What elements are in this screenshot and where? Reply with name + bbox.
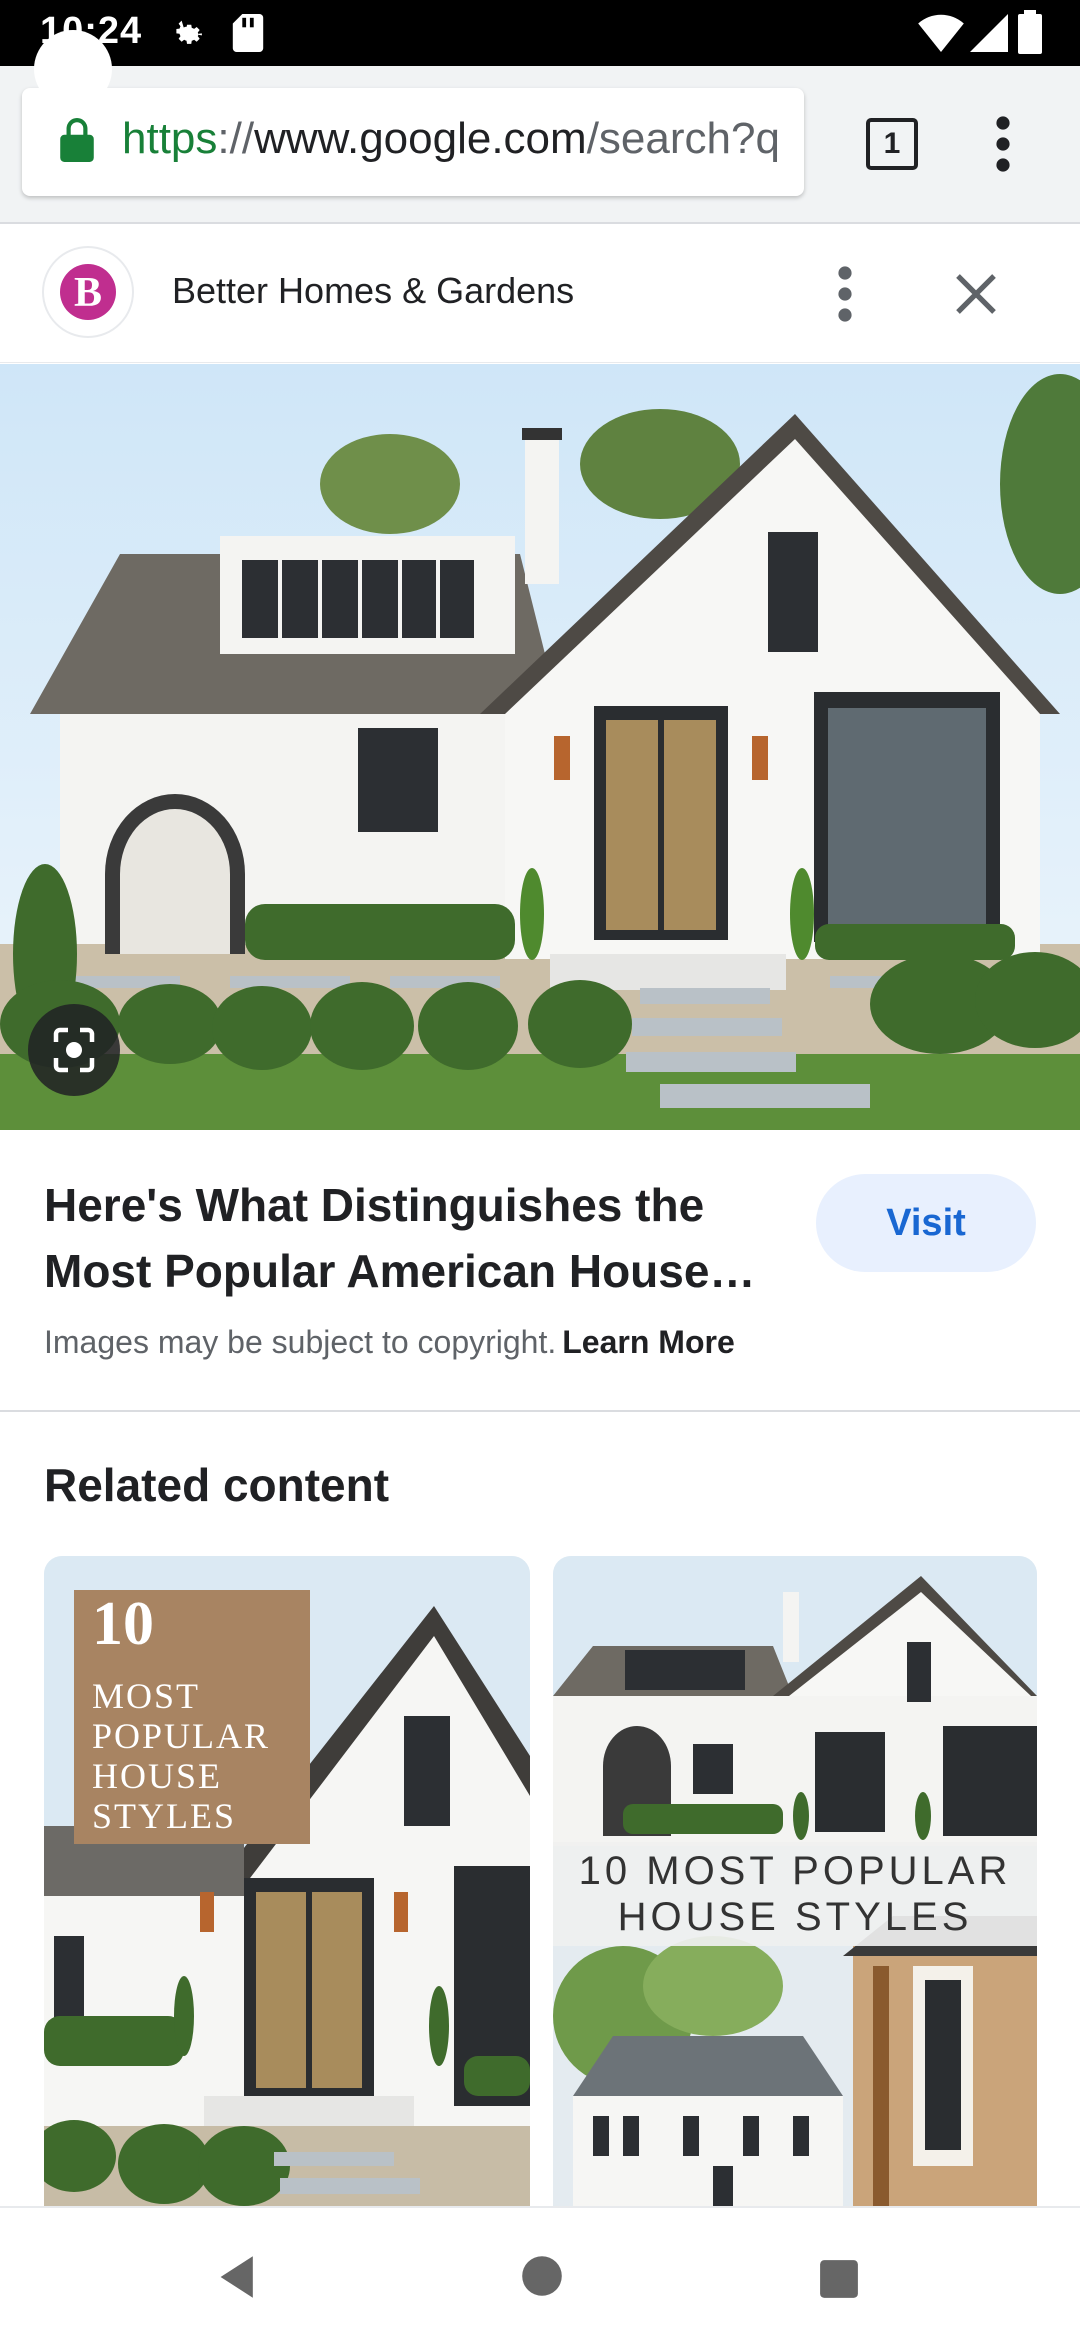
copyright-text: Images may be subject to copyright. xyxy=(44,1324,557,1360)
related-item-1-label: 10 MOST POPULAR HOUSE STYLES xyxy=(74,1590,310,1844)
home-button[interactable] xyxy=(520,2254,564,2303)
lens-icon xyxy=(53,1027,95,1073)
tab-switcher-button[interactable]: 1 xyxy=(866,118,918,170)
status-bar: 10:24 xyxy=(0,0,1080,66)
recents-icon xyxy=(820,2260,858,2298)
related-item-2-banner: 10 MOST POPULAR HOUSE STYLES xyxy=(553,1842,1037,1946)
related-item-1-number: 10 xyxy=(92,1590,154,1658)
gear-icon xyxy=(168,14,206,57)
source-more-button[interactable] xyxy=(830,264,860,324)
section-divider xyxy=(0,1410,1080,1412)
touch-indicator xyxy=(34,30,112,108)
source-name[interactable]: Better Homes & Gardens xyxy=(172,270,574,312)
url-host: www.google.com xyxy=(254,114,587,163)
source-logo[interactable]: B xyxy=(42,246,134,338)
close-icon xyxy=(956,274,996,314)
url-bar[interactable]: https://www.google.com/search?q xyxy=(22,88,804,196)
more-vert-icon xyxy=(996,116,1010,172)
wifi-icon xyxy=(918,14,964,57)
url-separator: :// xyxy=(217,114,255,163)
house-image xyxy=(0,364,1080,1130)
result-image[interactable] xyxy=(0,364,1080,1130)
lock-icon xyxy=(60,118,94,167)
back-icon xyxy=(220,2256,253,2298)
related-item-1-words: MOST POPULAR HOUSE STYLES xyxy=(92,1676,271,1836)
sd-card-icon xyxy=(232,14,264,57)
related-content-title: Related content xyxy=(44,1459,390,1511)
copyright-notice: Images may be subject to copyright. Learn… xyxy=(44,1324,735,1361)
result-title[interactable]: Here's What Distinguishes the Most Popul… xyxy=(44,1172,784,1304)
battery-icon xyxy=(1018,10,1042,59)
more-vert-icon xyxy=(838,266,852,322)
url-path: /search?q xyxy=(586,114,780,163)
back-button[interactable] xyxy=(216,2254,262,2305)
visit-button[interactable]: Visit xyxy=(816,1174,1036,1272)
related-item-1[interactable]: 10 MOST POPULAR HOUSE STYLES xyxy=(44,1556,530,2206)
signal-icon xyxy=(970,14,1008,57)
tab-switcher-icon: 1 xyxy=(866,118,918,170)
system-nav-bar xyxy=(0,2206,1080,2342)
url-text: https://www.google.com/search?q xyxy=(122,114,780,164)
source-header: B Better Homes & Gardens xyxy=(0,224,1080,363)
related-item-2[interactable]: 10 MOST POPULAR HOUSE STYLES xyxy=(553,1556,1037,2206)
recents-button[interactable] xyxy=(818,2258,860,2305)
home-icon xyxy=(522,2256,562,2296)
learn-more-link[interactable]: Learn More xyxy=(562,1324,734,1360)
browser-toolbar: https://www.google.com/search?q 1 xyxy=(0,66,1080,224)
close-button[interactable] xyxy=(952,270,1000,318)
url-scheme: https xyxy=(122,114,218,163)
lens-button[interactable] xyxy=(28,1004,120,1096)
source-logo-letter: B xyxy=(60,264,116,320)
browser-menu-button[interactable] xyxy=(985,114,1021,174)
